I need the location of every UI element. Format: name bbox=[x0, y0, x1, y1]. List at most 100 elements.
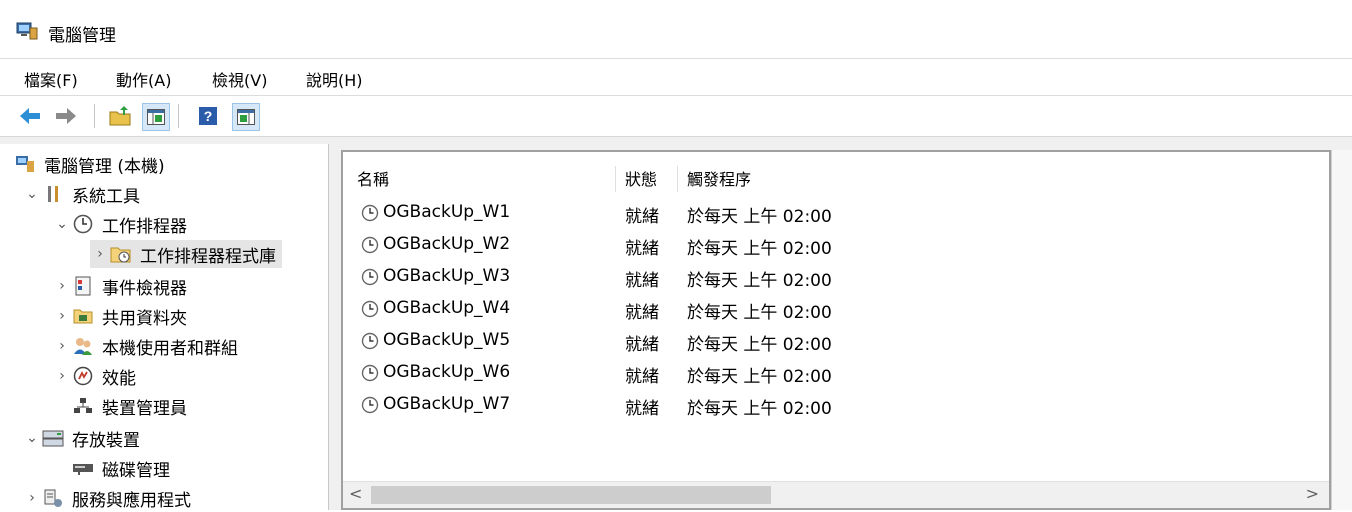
shared-folder-icon bbox=[72, 306, 94, 326]
menu-action[interactable]: 動作(A) bbox=[116, 67, 171, 91]
task-clock-icon bbox=[361, 236, 379, 254]
column-header-status[interactable]: 狀態 bbox=[625, 166, 657, 190]
tree-item-system-tools[interactable]: ⌄ 系統工具 bbox=[22, 180, 140, 208]
toolbar-separator bbox=[178, 104, 179, 128]
tree-item-services-applications[interactable]: › 服務與應用程式 bbox=[22, 484, 191, 512]
tree-item-computer-management[interactable]: 電腦管理 (本機) bbox=[14, 150, 165, 178]
task-trigger: 於每天 上午 02:00 bbox=[687, 271, 832, 291]
tree-item-label: 工作排程器程式庫 bbox=[140, 246, 276, 267]
list-item[interactable]: OGBackUp_W4 就緒 於每天 上午 02:00 bbox=[343, 294, 1323, 324]
list-item[interactable]: OGBackUp_W6 就緒 於每天 上午 02:00 bbox=[343, 358, 1323, 388]
window-title: 電腦管理 bbox=[48, 26, 116, 46]
task-status: 就緒 bbox=[625, 207, 659, 227]
tree-item-task-scheduler-library[interactable]: › 工作排程器程式庫 bbox=[90, 240, 282, 268]
svg-text:?: ? bbox=[204, 108, 213, 124]
tree-item-label: 效能 bbox=[102, 368, 136, 389]
task-status: 就緒 bbox=[625, 271, 659, 291]
chevron-down-icon[interactable]: ⌄ bbox=[22, 430, 42, 446]
tree-item-storage[interactable]: ⌄ 存放裝置 bbox=[22, 424, 140, 452]
scrollbar-thumb[interactable] bbox=[371, 486, 771, 504]
tree-item-label: 服務與應用程式 bbox=[72, 490, 191, 511]
performance-icon bbox=[72, 366, 94, 386]
tree-item-local-users-groups[interactable]: › 本機使用者和群組 bbox=[52, 332, 238, 360]
task-status: 就緒 bbox=[625, 399, 659, 419]
up-folder-icon[interactable] bbox=[108, 104, 132, 128]
task-trigger: 於每天 上午 02:00 bbox=[687, 303, 832, 323]
tree-item-label: 電腦管理 (本機) bbox=[44, 156, 165, 177]
chevron-right-icon[interactable]: › bbox=[52, 368, 72, 384]
tree-item-label: 磁碟管理 bbox=[102, 460, 170, 481]
tools-icon bbox=[42, 184, 64, 204]
list-item[interactable]: OGBackUp_W7 就緒 於每天 上午 02:00 bbox=[343, 390, 1323, 420]
task-clock-icon bbox=[361, 268, 379, 286]
task-trigger: 於每天 上午 02:00 bbox=[687, 399, 832, 419]
tree-item-label: 事件檢視器 bbox=[102, 278, 187, 299]
list-item[interactable]: OGBackUp_W5 就緒 於每天 上午 02:00 bbox=[343, 326, 1323, 356]
toolbar-separator bbox=[94, 104, 95, 128]
menu-help[interactable]: 說明(H) bbox=[306, 67, 363, 91]
device-manager-icon bbox=[72, 396, 94, 416]
task-name: OGBackUp_W4 bbox=[383, 298, 511, 318]
task-name: OGBackUp_W7 bbox=[383, 394, 511, 414]
tree-item-device-manager[interactable]: 裝置管理員 bbox=[72, 392, 187, 420]
tree-item-event-viewer[interactable]: › 事件檢視器 bbox=[52, 272, 187, 300]
task-trigger: 於每天 上午 02:00 bbox=[687, 335, 832, 355]
task-clock-icon bbox=[361, 396, 379, 414]
column-header-trigger[interactable]: 觸發程序 bbox=[687, 166, 751, 190]
chevron-right-icon[interactable]: › bbox=[52, 308, 72, 324]
result-pane: 名稱 狀態 觸發程序 OGBackUp_W1 就緒 於每天 上午 02:00 OGBa… bbox=[335, 144, 1352, 510]
task-clock-icon bbox=[361, 364, 379, 382]
tree-item-task-scheduler[interactable]: ⌄ 工作排程器 bbox=[52, 210, 187, 238]
task-clock-icon bbox=[361, 300, 379, 318]
show-hide-console-tree-icon[interactable] bbox=[142, 103, 170, 131]
chevron-right-icon[interactable]: › bbox=[52, 338, 72, 354]
scroll-left-arrow[interactable]: < bbox=[349, 484, 362, 503]
title-bar: 電腦管理 bbox=[0, 0, 1352, 59]
tree-item-disk-management[interactable]: 磁碟管理 bbox=[72, 454, 170, 482]
task-name: OGBackUp_W5 bbox=[383, 330, 511, 350]
folder-clock-icon bbox=[110, 244, 132, 264]
tree-item-label: 工作排程器 bbox=[102, 216, 187, 237]
task-trigger: 於每天 上午 02:00 bbox=[687, 367, 832, 387]
task-status: 就緒 bbox=[625, 303, 659, 323]
tree-item-performance[interactable]: › 效能 bbox=[52, 362, 136, 390]
tree-item-label: 系統工具 bbox=[72, 186, 140, 207]
forward-arrow-icon[interactable] bbox=[54, 104, 78, 128]
toolbar: ? bbox=[0, 96, 1352, 137]
list-item[interactable]: OGBackUp_W1 就緒 於每天 上午 02:00 bbox=[343, 198, 1323, 228]
task-clock-icon bbox=[361, 332, 379, 350]
event-viewer-icon bbox=[72, 276, 94, 296]
chevron-right-icon[interactable]: › bbox=[22, 490, 42, 506]
task-list: 名稱 狀態 觸發程序 OGBackUp_W1 就緒 於每天 上午 02:00 OGBa… bbox=[341, 150, 1331, 510]
chevron-right-icon[interactable]: › bbox=[52, 278, 72, 294]
list-item[interactable]: OGBackUp_W3 就緒 於每天 上午 02:00 bbox=[343, 262, 1323, 292]
column-divider[interactable] bbox=[615, 166, 616, 192]
help-icon[interactable]: ? bbox=[196, 104, 220, 128]
horizontal-scrollbar[interactable]: < > bbox=[343, 481, 1329, 508]
chevron-down-icon[interactable]: ⌄ bbox=[22, 186, 42, 202]
menu-file[interactable]: 檔案(F) bbox=[24, 67, 78, 91]
task-name: OGBackUp_W2 bbox=[383, 234, 511, 254]
task-clock-icon bbox=[361, 204, 379, 222]
tree-item-label: 裝置管理員 bbox=[102, 398, 187, 419]
clock-icon bbox=[72, 214, 94, 234]
scroll-right-arrow[interactable]: > bbox=[1306, 484, 1319, 503]
back-arrow-icon[interactable] bbox=[18, 104, 42, 128]
action-pane-edge bbox=[1331, 150, 1352, 510]
chevron-right-icon[interactable]: › bbox=[90, 246, 110, 262]
task-name: OGBackUp_W1 bbox=[383, 202, 511, 222]
chevron-down-icon[interactable]: ⌄ bbox=[52, 216, 72, 232]
column-divider[interactable] bbox=[677, 166, 678, 192]
tree-item-shared-folders[interactable]: › 共用資料夾 bbox=[52, 302, 187, 330]
show-hide-action-pane-icon[interactable] bbox=[232, 103, 260, 131]
menu-view[interactable]: 檢視(V) bbox=[212, 67, 267, 91]
column-header-name[interactable]: 名稱 bbox=[357, 166, 389, 190]
task-status: 就緒 bbox=[625, 239, 659, 259]
task-name: OGBackUp_W3 bbox=[383, 266, 511, 286]
computer-management-icon bbox=[14, 154, 36, 174]
menu-bar: 檔案(F) 動作(A) 檢視(V) 說明(H) bbox=[0, 59, 1352, 96]
storage-icon bbox=[42, 428, 64, 448]
tree-item-label: 本機使用者和群組 bbox=[102, 338, 238, 359]
tree-item-label: 共用資料夾 bbox=[102, 308, 187, 329]
list-item[interactable]: OGBackUp_W2 就緒 於每天 上午 02:00 bbox=[343, 230, 1323, 260]
